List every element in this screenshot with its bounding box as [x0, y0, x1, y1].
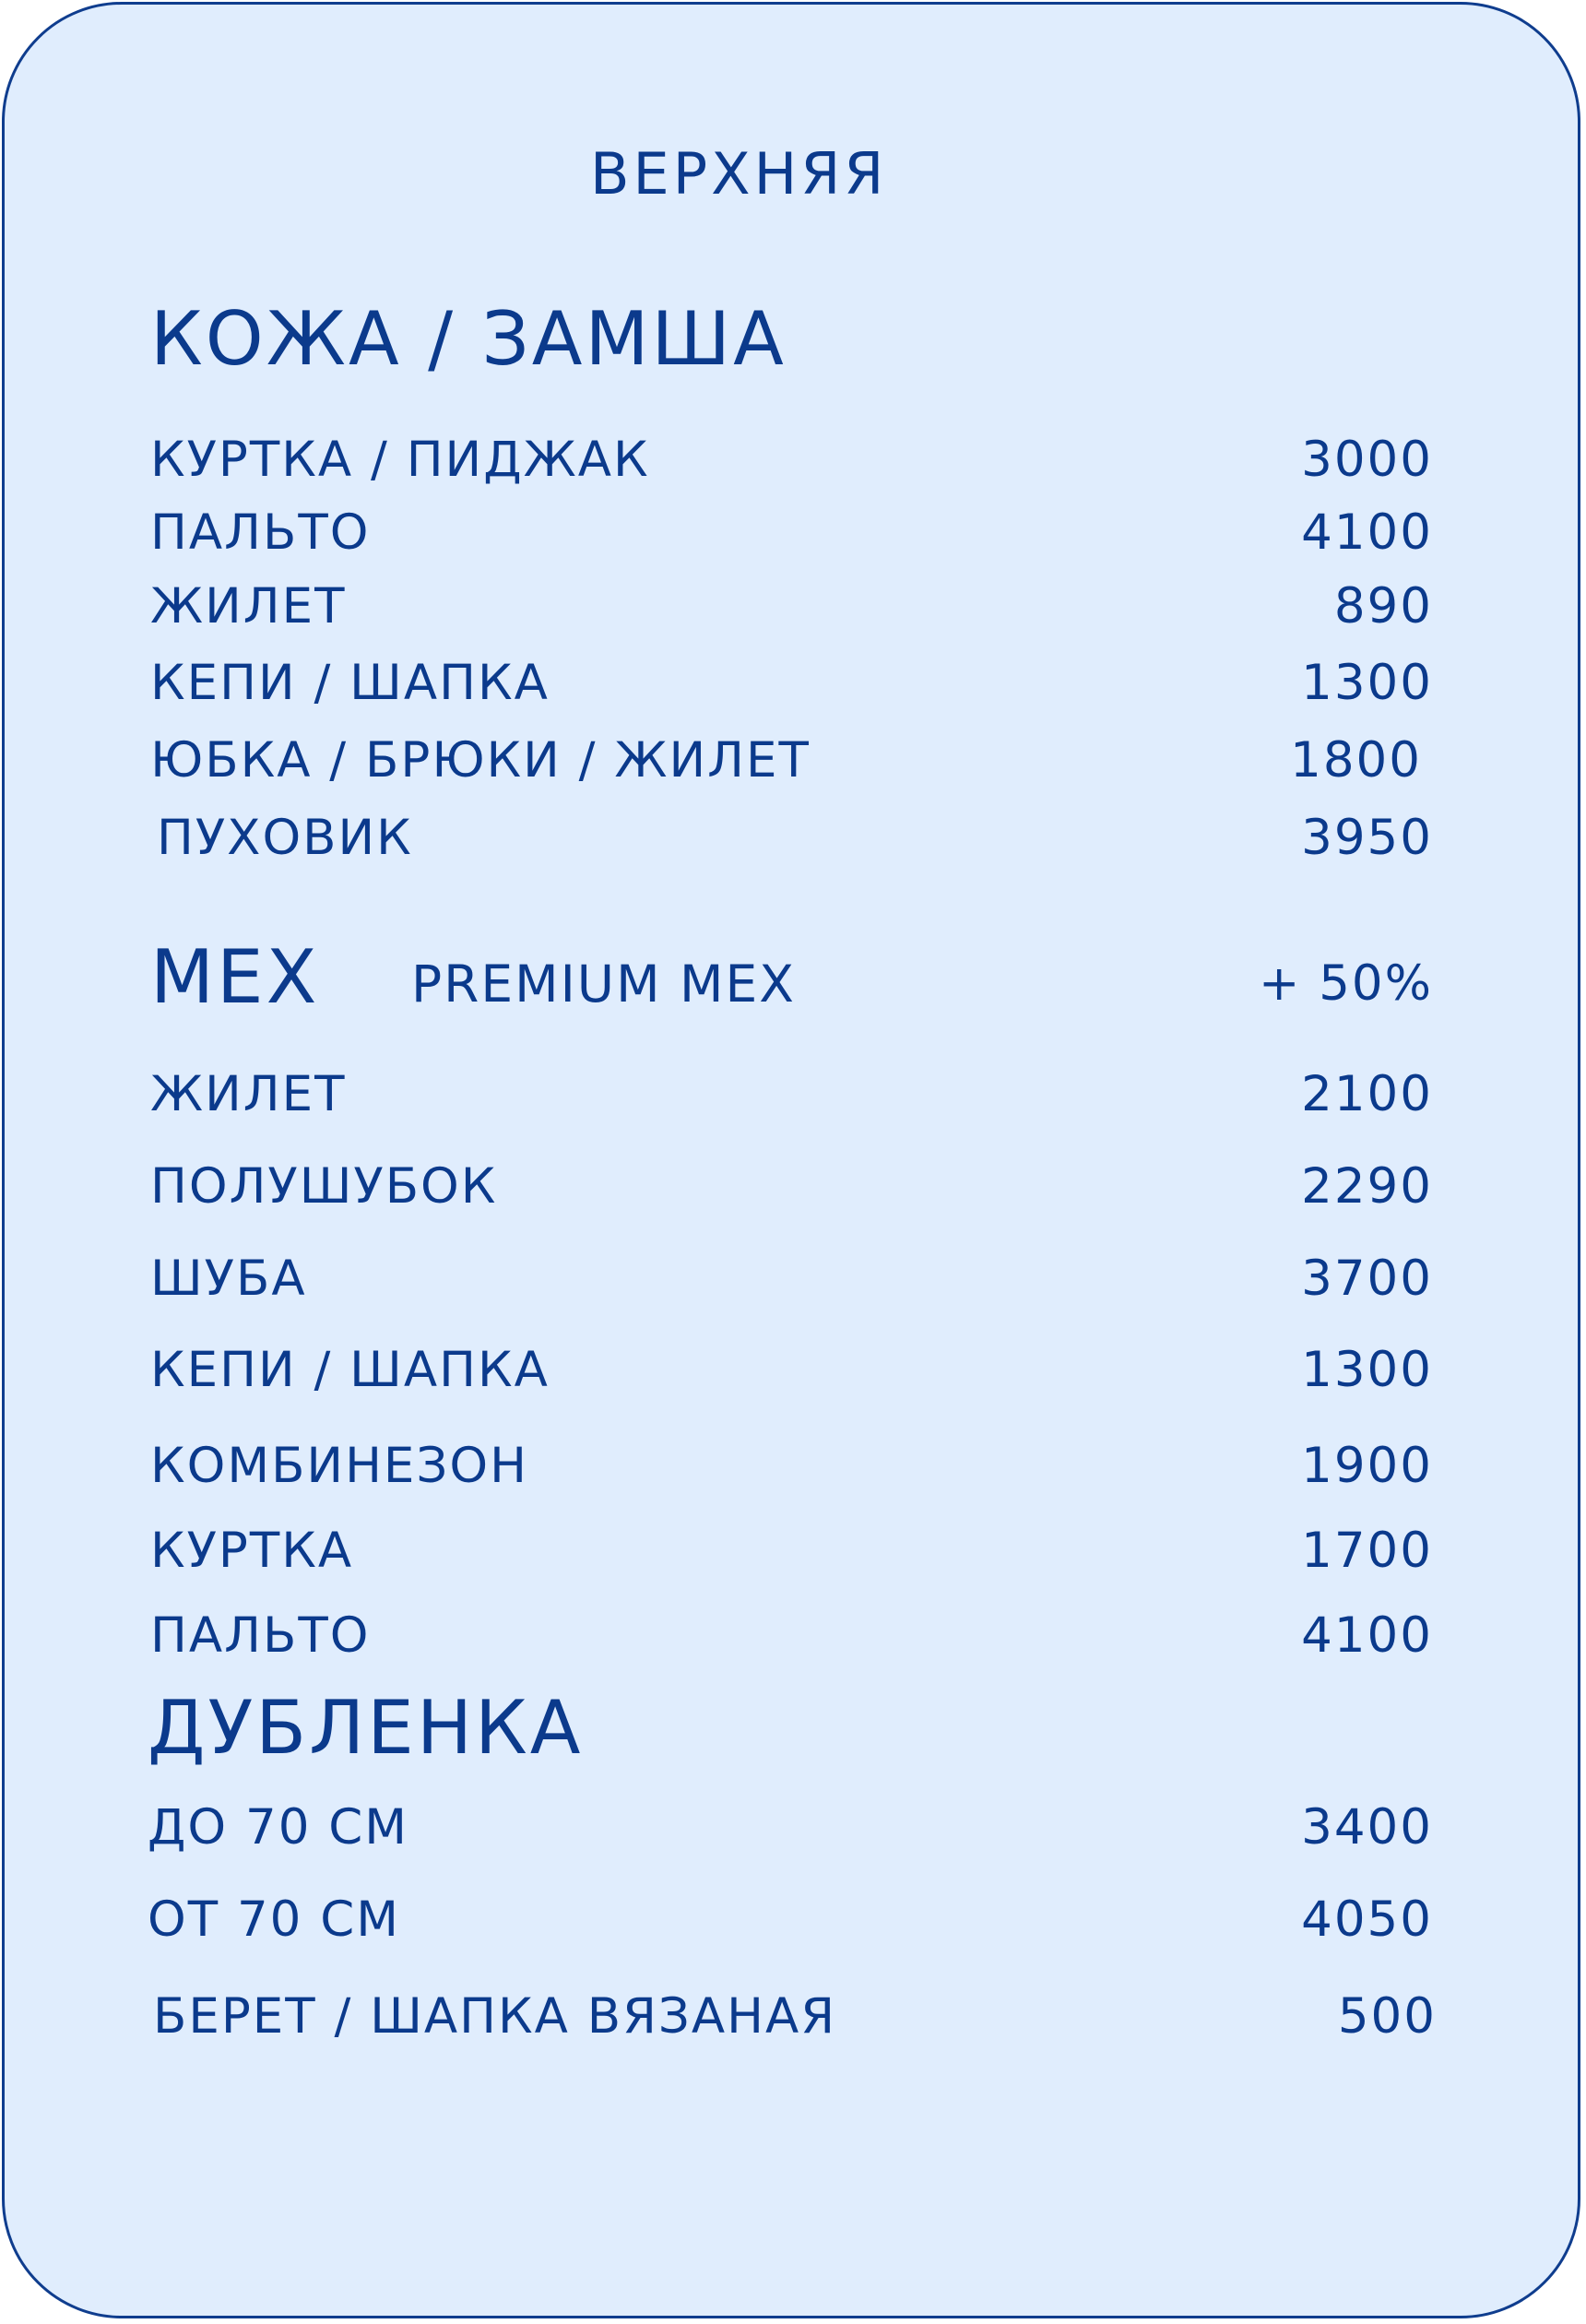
list-item-price: 4050: [1301, 1891, 1433, 1948]
list-item-name: ПАЛЬТО: [150, 1607, 371, 1664]
list-item-price: 1900: [1301, 1438, 1433, 1494]
list-item-price: 2290: [1301, 1158, 1433, 1215]
list-item-name: КЕПИ / ШАПКА: [150, 655, 550, 711]
list-item-price: 3950: [1301, 810, 1433, 866]
list-item-price: 1700: [1301, 1523, 1433, 1579]
list-item-name: ЖИЛЕТ: [150, 578, 347, 634]
list-item-price: 1300: [1301, 1342, 1433, 1398]
list-item-name: ДО 70 СМ: [148, 1799, 408, 1856]
list-item-price: 890: [1333, 578, 1433, 634]
page-title: ВЕРХНЯЯ: [590, 140, 888, 208]
section-heading-sheepskin: ДУБЛЕНКА: [148, 1685, 584, 1771]
list-item-price: 3700: [1301, 1251, 1433, 1307]
list-item-price: 3000: [1301, 432, 1433, 488]
list-item-name: КОМБИНЕЗОН: [150, 1438, 528, 1494]
list-item-price: 1800: [1290, 732, 1422, 788]
list-item-name: ПАЛЬТО: [150, 504, 371, 561]
list-item-price: 500: [1337, 1988, 1437, 2045]
list-item-name: ПУХОВИК: [157, 810, 413, 866]
list-item-name: ЮБКА / БРЮКИ / ЖИЛЕТ: [150, 732, 811, 788]
list-item-name: КУРТКА / ПИДЖАК: [150, 432, 650, 488]
list-item-name: КУРТКА: [150, 1523, 354, 1579]
list-item-name: БЕРЕТ / ШАПКА ВЯЗАНАЯ: [153, 1988, 837, 2045]
premium-fur-label: PREMIUM МЕХ: [411, 954, 796, 1014]
list-item-price: 4100: [1301, 1607, 1433, 1664]
list-item-name: ПОЛУШУБОК: [150, 1158, 498, 1215]
list-item-price: 2100: [1301, 1066, 1433, 1122]
section-heading-fur: МЕХ: [150, 934, 320, 1020]
premium-fur-surcharge: + 50%: [1258, 955, 1433, 1012]
list-item-name: ШУБА: [150, 1251, 307, 1307]
list-item-price: 1300: [1301, 655, 1433, 711]
list-item-price: 4100: [1301, 504, 1433, 561]
list-item-price: 3400: [1301, 1799, 1433, 1856]
list-item-name: ЖИЛЕТ: [150, 1066, 347, 1122]
list-item-name: КЕПИ / ШАПКА: [150, 1342, 550, 1398]
list-item-name: ОТ 70 СМ: [148, 1891, 400, 1948]
section-heading-leather: КОЖА / ЗАМША: [150, 296, 787, 382]
